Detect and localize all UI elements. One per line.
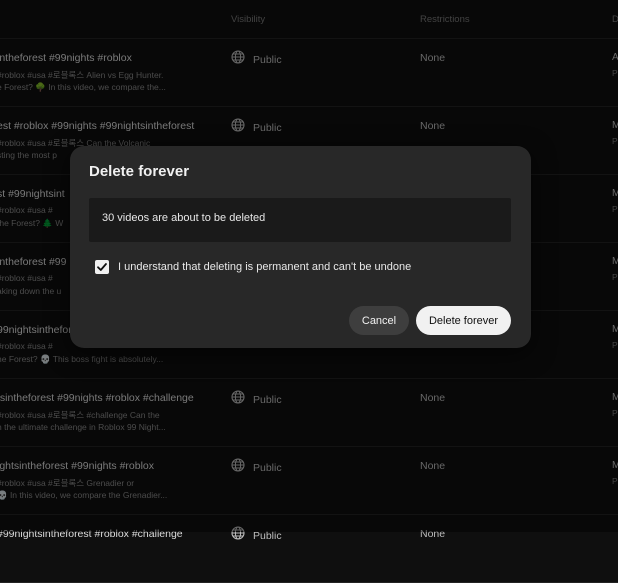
dialog-title: Delete forever	[89, 163, 190, 180]
confirm-checkbox[interactable]	[95, 260, 109, 274]
cancel-button[interactable]: Cancel	[349, 306, 409, 335]
check-icon	[97, 263, 107, 271]
confirm-checkbox-label[interactable]: I understand that deleting is permanent …	[118, 261, 411, 273]
delete-forever-button[interactable]: Delete forever	[416, 306, 511, 335]
dialog-message: 30 videos are about to be deleted	[102, 212, 266, 224]
delete-forever-dialog: Delete forever 30 videos are about to be…	[70, 146, 531, 348]
dialog-message-box: 30 videos are about to be deleted	[89, 198, 511, 242]
